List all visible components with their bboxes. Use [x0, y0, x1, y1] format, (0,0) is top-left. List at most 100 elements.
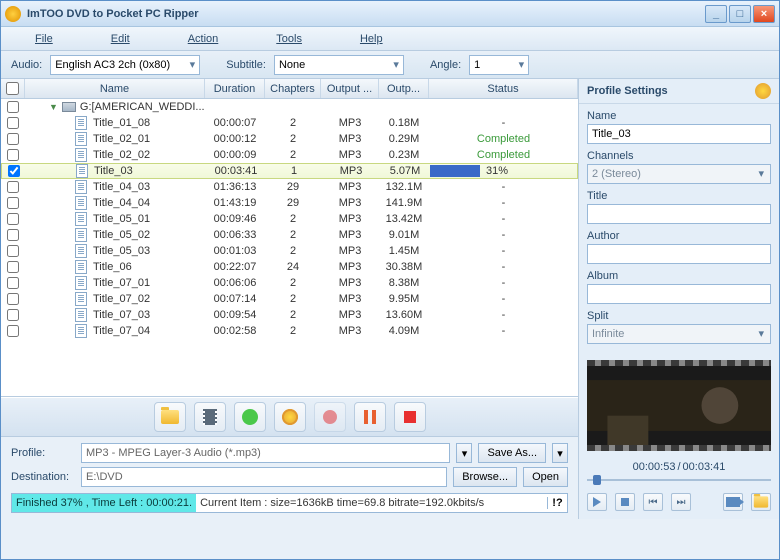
table-row[interactable]: Title_07_02 00:07:14 2 MP3 9.95M -: [1, 291, 578, 307]
open-button[interactable]: Open: [523, 467, 568, 487]
audio-combo[interactable]: English AC3 2ch (0x80): [50, 55, 200, 75]
table-row[interactable]: Title_07_01 00:06:06 2 MP3 8.38M -: [1, 275, 578, 291]
seek-slider[interactable]: [587, 475, 771, 485]
row-duration: 00:00:07: [205, 117, 265, 129]
file-icon: [75, 308, 87, 322]
add-profile-button[interactable]: [234, 402, 266, 432]
table-row[interactable]: Title_05_01 00:09:46 2 MP3 13.42M -: [1, 211, 578, 227]
prev-button[interactable]: ⏮: [643, 493, 663, 511]
row-check[interactable]: [7, 261, 19, 273]
table-row[interactable]: Title_04_03 01:36:13 29 MP3 132.1M -: [1, 179, 578, 195]
status-alert-button[interactable]: !?: [547, 497, 567, 509]
row-output-format: MP3: [321, 117, 379, 129]
row-name: Title_04_04: [93, 197, 150, 209]
table-row[interactable]: Title_05_02 00:06:33 2 MP3 9.01M -: [1, 227, 578, 243]
row-check[interactable]: [7, 293, 19, 305]
snapshot-button[interactable]: [723, 493, 743, 511]
pause-button[interactable]: [354, 402, 386, 432]
col-name[interactable]: Name: [25, 79, 205, 98]
row-check[interactable]: [7, 325, 19, 337]
menu-help[interactable]: Help: [346, 29, 397, 49]
table-row[interactable]: Title_04_04 01:43:19 29 MP3 141.9M -: [1, 195, 578, 211]
profile-dropdown-button[interactable]: ▾: [456, 443, 472, 463]
col-output-size[interactable]: Outp...: [379, 79, 429, 98]
snapshot-folder-button[interactable]: [751, 493, 771, 511]
file-icon: [75, 116, 87, 130]
menu-tools[interactable]: Tools: [262, 29, 316, 49]
field-title-input[interactable]: [587, 204, 771, 224]
row-duration: 00:00:12: [205, 133, 265, 145]
table-row[interactable]: Title_07_04 00:02:58 2 MP3 4.09M -: [1, 323, 578, 339]
file-icon: [75, 276, 87, 290]
preview-pane[interactable]: [587, 360, 771, 451]
field-author-input[interactable]: [587, 244, 771, 264]
col-check[interactable]: [1, 79, 25, 98]
col-chapters[interactable]: Chapters: [265, 79, 321, 98]
saveas-button[interactable]: Save As...: [478, 443, 546, 463]
row-check[interactable]: [7, 133, 19, 145]
table-row[interactable]: Title_03 00:03:41 1 MP3 5.07M 31%: [1, 163, 578, 179]
table-row[interactable]: Title_05_03 00:01:03 2 MP3 1.45M -: [1, 243, 578, 259]
row-check[interactable]: [7, 213, 19, 225]
settings-button[interactable]: [274, 402, 306, 432]
menu-file[interactable]: File: [21, 29, 67, 49]
field-channels-label: Channels: [587, 150, 771, 162]
col-status[interactable]: Status: [429, 79, 578, 98]
close-button[interactable]: ×: [753, 5, 775, 23]
player-stop-button[interactable]: [615, 493, 635, 511]
root-check[interactable]: [7, 101, 19, 113]
menu-edit[interactable]: Edit: [97, 29, 144, 49]
film-icon: [203, 409, 217, 425]
table-row[interactable]: Title_07_03 00:09:54 2 MP3 13.60M -: [1, 307, 578, 323]
row-check[interactable]: [8, 165, 20, 177]
row-check[interactable]: [7, 117, 19, 129]
subtitle-combo[interactable]: None: [274, 55, 404, 75]
row-check[interactable]: [7, 245, 19, 257]
add-file-button[interactable]: [194, 402, 226, 432]
field-channels-combo[interactable]: 2 (Stereo): [587, 164, 771, 184]
table-body[interactable]: ▼ G:[AMERICAN_WEDDI... Title_01_08 00:00…: [1, 99, 578, 397]
destination-input[interactable]: E:\DVD: [81, 467, 447, 487]
table-row[interactable]: Title_02_02 00:00:09 2 MP3 0.23M Complet…: [1, 147, 578, 163]
col-duration[interactable]: Duration: [205, 79, 265, 98]
saveas-dropdown-button[interactable]: ▾: [552, 443, 568, 463]
record-button[interactable]: [314, 402, 346, 432]
stop-button[interactable]: [394, 402, 426, 432]
row-check[interactable]: [7, 181, 19, 193]
row-output-format: MP3: [321, 213, 379, 225]
table-row[interactable]: Title_02_01 00:00:12 2 MP3 0.29M Complet…: [1, 131, 578, 147]
next-button[interactable]: ⏭: [671, 493, 691, 511]
field-album-input[interactable]: [587, 284, 771, 304]
status-current: Current Item : size=1636kB time=69.8 bit…: [196, 497, 547, 509]
tree-root-row[interactable]: ▼ G:[AMERICAN_WEDDI...: [1, 99, 578, 115]
table-row[interactable]: Title_06 00:22:07 24 MP3 30.38M -: [1, 259, 578, 275]
minimize-button[interactable]: _: [705, 5, 727, 23]
row-check[interactable]: [7, 277, 19, 289]
file-icon: [75, 244, 87, 258]
status-dash: -: [502, 245, 506, 257]
player-controls: ⏮ ⏭: [579, 489, 779, 519]
angle-combo[interactable]: 1: [469, 55, 529, 75]
row-check[interactable]: [7, 197, 19, 209]
field-split-combo[interactable]: Infinite: [587, 324, 771, 344]
browse-button[interactable]: Browse...: [453, 467, 517, 487]
row-check[interactable]: [7, 309, 19, 321]
row-chapters: 2: [265, 117, 321, 129]
field-name-label: Name: [587, 110, 771, 122]
menu-action[interactable]: Action: [174, 29, 233, 49]
row-check[interactable]: [7, 149, 19, 161]
col-output-format[interactable]: Output ...: [321, 79, 379, 98]
form-area: Profile: MP3 - MPEG Layer-3 Audio (*.mp3…: [1, 437, 578, 493]
open-folder-button[interactable]: [154, 402, 186, 432]
row-name: Title_05_01: [93, 213, 150, 225]
maximize-button[interactable]: □: [729, 5, 751, 23]
status-dash: -: [502, 293, 506, 305]
play-button[interactable]: [587, 493, 607, 511]
field-name-input[interactable]: Title_03: [587, 124, 771, 144]
profile-settings-gear-icon[interactable]: [755, 83, 771, 99]
profile-input[interactable]: MP3 - MPEG Layer-3 Audio (*.mp3): [81, 443, 450, 463]
row-output-format: MP3: [321, 197, 379, 209]
tree-collapse-icon[interactable]: ▼: [49, 102, 58, 112]
row-check[interactable]: [7, 229, 19, 241]
table-row[interactable]: Title_01_08 00:00:07 2 MP3 0.18M -: [1, 115, 578, 131]
